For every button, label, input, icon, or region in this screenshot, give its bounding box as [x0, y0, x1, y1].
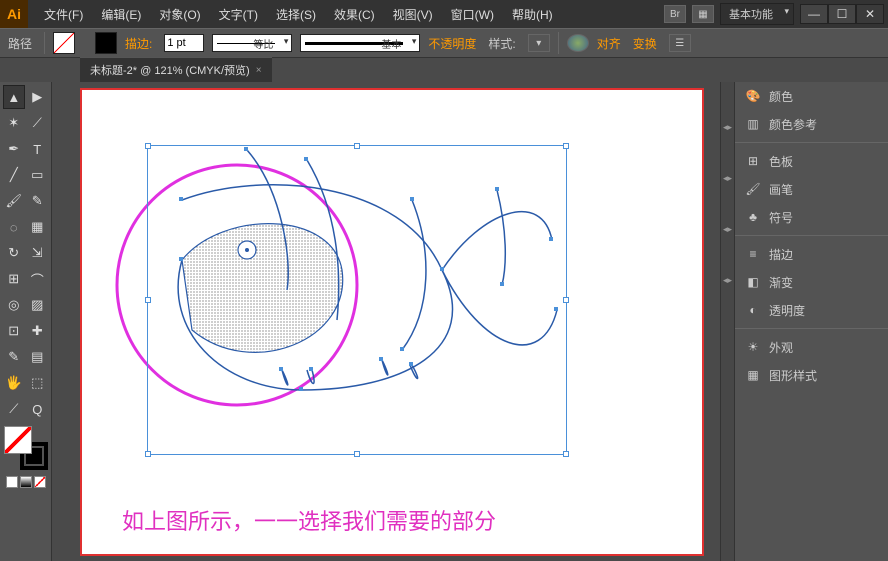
perspective-tool[interactable]: ▨ — [27, 293, 49, 317]
color-mode[interactable] — [6, 476, 18, 488]
menu-object[interactable]: 对象(O) — [151, 2, 208, 27]
window-close[interactable]: ✕ — [856, 4, 884, 24]
scale-tool[interactable]: ⇲ — [27, 241, 49, 265]
document-tab[interactable]: 未标题-2* @ 121% (CMYK/预览) × — [80, 57, 272, 82]
gradient-mode[interactable] — [20, 476, 32, 488]
panel-grip[interactable]: ◂▸◂▸◂▸◂▸ — [720, 82, 734, 561]
pencil-tool[interactable]: ✎ — [27, 189, 49, 213]
shape-builder-tool[interactable]: ◎ — [3, 293, 25, 317]
panel-brushes[interactable]: 🖌画笔 — [735, 175, 888, 203]
options-bar: 路径 描边: 等比 基本 不透明度 样式: ▾ 对齐 变换 ☰ — [0, 28, 888, 58]
stroke-label[interactable]: 描边: — [125, 35, 152, 52]
lasso-tool[interactable]: ⟋ — [27, 111, 49, 135]
stroke-swatch[interactable] — [95, 32, 117, 54]
menu-file[interactable]: 文件(F) — [36, 2, 91, 27]
fill-stroke-control[interactable] — [4, 426, 48, 470]
panel-stroke[interactable]: ≡描边 — [735, 240, 888, 268]
stroke-weight-input[interactable] — [164, 34, 204, 52]
brush-dropdown[interactable]: 基本 — [300, 34, 420, 52]
menu-type[interactable]: 文字(T) — [211, 2, 266, 27]
artboard[interactable]: 如上图所示，一一选择我们需要的部分 — [80, 88, 704, 556]
menu-help[interactable]: 帮助(H) — [504, 2, 561, 27]
fill-swatch[interactable] — [53, 32, 75, 54]
transform-label[interactable]: 变换 — [633, 35, 657, 52]
style-dropdown[interactable]: ▾ — [528, 34, 550, 52]
swatches-icon: ⊞ — [745, 153, 761, 169]
arrange-docs-button[interactable]: ▦ — [692, 5, 714, 23]
menu-view[interactable]: 视图(V) — [385, 2, 441, 27]
type-tool[interactable]: T — [27, 137, 49, 161]
workspace-switcher[interactable]: 基本功能 — [720, 3, 794, 25]
panel-color[interactable]: 🎨颜色 — [735, 82, 888, 110]
symbol-icon: ♣ — [745, 209, 761, 225]
paintbrush-tool[interactable]: 🖌 — [3, 189, 25, 213]
pen-tool[interactable]: ✒ — [3, 137, 25, 161]
blob-brush-tool[interactable]: ◌ — [3, 215, 25, 239]
panel-symbols[interactable]: ♣符号 — [735, 203, 888, 231]
free-transform-tool[interactable]: ⌒ — [27, 267, 49, 291]
artboard-tool[interactable]: ⟋ — [3, 397, 25, 421]
panel-graphic-styles[interactable]: ▦图形样式 — [735, 361, 888, 389]
selection-bounding-box[interactable] — [147, 145, 567, 455]
rectangle-tool[interactable]: ▭ — [27, 163, 49, 187]
none-mode[interactable] — [34, 476, 46, 488]
blend-tool[interactable]: ▤ — [27, 345, 49, 369]
panel-transparency[interactable]: ◐透明度 — [735, 296, 888, 324]
eraser-tool[interactable]: ▦ — [27, 215, 49, 239]
eyedropper-tool[interactable]: ✎ — [3, 345, 25, 369]
panel-dock: 🎨颜色 ▥颜色参考 ⊞色板 🖌画笔 ♣符号 ≡描边 ◧渐变 ◐透明度 ☀外观 ▦… — [734, 82, 888, 561]
style-label: 样式: — [488, 35, 515, 52]
mesh-tool[interactable]: ⊡ — [3, 319, 25, 343]
main-menu: 文件(F) 编辑(E) 对象(O) 文字(T) 选择(S) 效果(C) 视图(V… — [36, 2, 664, 27]
app-logo: Ai — [0, 0, 28, 28]
tab-close-icon[interactable]: × — [256, 65, 262, 76]
palette-icon: 🎨 — [745, 88, 761, 104]
window-maximize[interactable]: ☐ — [828, 4, 856, 24]
panel-swatches[interactable]: ⊞色板 — [735, 147, 888, 175]
panel-gradient[interactable]: ◧渐变 — [735, 268, 888, 296]
annotation-caption: 如上图所示，一一选择我们需要的部分 — [122, 504, 496, 536]
brush-icon: 🖌 — [745, 181, 761, 197]
menu-effect[interactable]: 效果(C) — [326, 2, 383, 27]
profile-dropdown[interactable]: 等比 — [212, 34, 292, 52]
align-label[interactable]: 对齐 — [597, 35, 621, 52]
window-minimize[interactable]: — — [800, 4, 828, 24]
menu-edit[interactable]: 编辑(E) — [93, 2, 149, 27]
transparency-icon: ◐ — [745, 302, 761, 318]
gradient-icon: ◧ — [745, 274, 761, 290]
rotate-tool[interactable]: ↻ — [3, 241, 25, 265]
column-graph-tool[interactable]: ⬚ — [27, 371, 49, 395]
opacity-label[interactable]: 不透明度 — [428, 35, 476, 52]
magic-wand-tool[interactable]: ✶ — [3, 111, 25, 135]
context-label: 路径 — [8, 35, 32, 52]
panel-appearance[interactable]: ☀外观 — [735, 333, 888, 361]
fill-box[interactable] — [4, 426, 32, 454]
stroke-icon: ≡ — [745, 246, 761, 262]
recolor-button[interactable] — [567, 34, 589, 52]
tab-title: 未标题-2* @ 121% (CMYK/预览) — [90, 62, 250, 78]
panel-color-guide[interactable]: ▥颜色参考 — [735, 110, 888, 138]
graphic-styles-icon: ▦ — [745, 367, 761, 383]
selection-tool[interactable]: ▲ — [3, 85, 25, 109]
symbol-sprayer-tool[interactable]: 🖐 — [3, 371, 25, 395]
direct-selection-tool[interactable]: ▶ — [27, 85, 49, 109]
menu-select[interactable]: 选择(S) — [268, 2, 324, 27]
toolbox: ▲▶ ✶⟋ ✒T ╱▭ 🖌✎ ◌▦ ↻⇲ ⊞⌒ ◎▨ ⊡✚ ✎▤ 🖐⬚ ⟋Q — [0, 82, 52, 561]
gradient-tool[interactable]: ✚ — [27, 319, 49, 343]
options-menu[interactable]: ☰ — [669, 34, 691, 52]
menu-window[interactable]: 窗口(W) — [443, 2, 502, 27]
color-guide-icon: ▥ — [745, 116, 761, 132]
slice-tool[interactable]: Q — [27, 397, 49, 421]
line-tool[interactable]: ╱ — [3, 163, 25, 187]
appearance-icon: ☀ — [745, 339, 761, 355]
canvas[interactable]: 如上图所示，一一选择我们需要的部分 — [52, 82, 720, 561]
bridge-button[interactable]: Br — [664, 5, 686, 23]
width-tool[interactable]: ⊞ — [3, 267, 25, 291]
